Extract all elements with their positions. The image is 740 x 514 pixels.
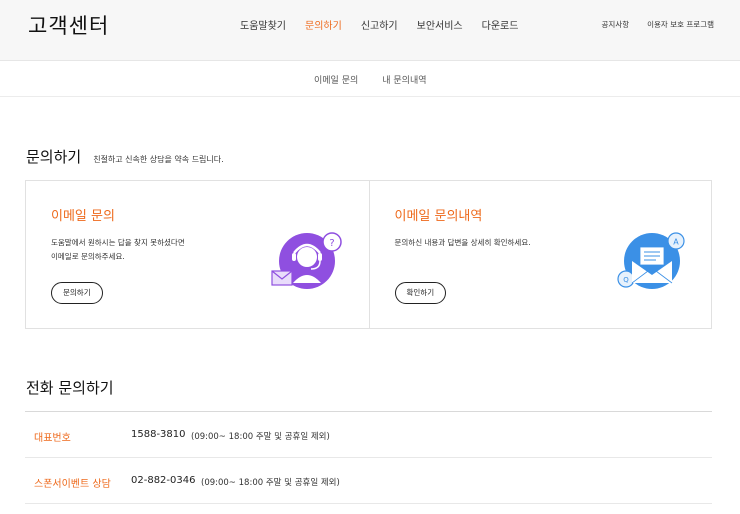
notice-link[interactable]: 공지사항: [602, 19, 630, 30]
phone-number[interactable]: 1588-3810: [131, 429, 186, 440]
phone-table: 대표번호 1588-3810 (09:00~ 18:00 주말 및 공휴일 제외…: [25, 411, 712, 504]
nav-download[interactable]: 다운로드: [482, 17, 519, 32]
section-desc: 친절하고 신속한 상담을 약속 드립니다.: [93, 155, 224, 164]
section-title: 문의하기: [26, 148, 82, 166]
card-title: 이메일 문의: [51, 209, 115, 224]
card-desc-line: 문의하신 내용과 답변을 상세히 확인하세요.: [394, 238, 531, 247]
svg-text:A: A: [673, 238, 679, 247]
card-desc: 문의하신 내용과 답변을 상세히 확인하세요.: [395, 236, 585, 250]
tab-my-inquiries[interactable]: 내 문의내역: [382, 73, 426, 86]
email-inquiry-button[interactable]: 문의하기: [51, 282, 103, 304]
nav-inquiry[interactable]: 문의하기: [305, 17, 342, 32]
table-row: 대표번호 1588-3810 (09:00~ 18:00 주말 및 공휴일 제외…: [25, 412, 712, 458]
table-row: 스폰서이벤트 상담 02-882-0346 (09:00~ 18:00 주말 및…: [25, 458, 712, 504]
inquiry-cards: 이메일 문의 도움말에서 원하시는 답을 찾지 못하셨다면 이메일로 문의하주세…: [25, 180, 712, 329]
inquiry-section-head: 문의하기 친절하고 신속한 상담을 약속 드립니다.: [26, 146, 224, 167]
check-history-button[interactable]: 확인하기: [394, 282, 447, 304]
phone-hours: (09:00~ 18:00 주말 및 공휴일 제외): [201, 478, 340, 488]
top-header: 고객센터 도움말찾기 문의하기 신고하기 보안서비스 다운로드 공지사항 이용자…: [0, 0, 740, 61]
svg-text:?: ?: [329, 238, 334, 249]
sub-nav-tabs: 이메일 문의 내 문의내역: [314, 73, 451, 86]
card-desc-line: 도움말에서 원하시는 답을 찾지 못하셨다면: [51, 238, 185, 247]
site-logo[interactable]: 고객센터: [28, 10, 109, 40]
email-history-card: 이메일 문의내역 문의하신 내용과 답변을 상세히 확인하세요. 확인하기 A …: [368, 181, 712, 328]
user-protection-link[interactable]: 이용자 보호 프로그램: [647, 19, 714, 30]
nav-report[interactable]: 신고하기: [361, 17, 398, 32]
phone-hours: (09:00~ 18:00 주말 및 공휴일 제외): [191, 432, 330, 442]
mail-envelope-icon: A Q: [616, 232, 685, 289]
svg-text:Q: Q: [623, 276, 629, 284]
card-desc-line: 이메일로 문의하주세요.: [51, 252, 125, 261]
tab-email-inquiry[interactable]: 이메일 문의: [314, 73, 358, 86]
sub-nav: 이메일 문의 내 문의내역: [0, 62, 740, 97]
phone-inquiry-title: 전화 문의하기: [26, 379, 114, 397]
phone-label: 대표번호: [34, 433, 71, 444]
utility-links: 공지사항 이용자 보호 프로그램: [584, 19, 714, 30]
main-nav: 도움말찾기 문의하기 신고하기 보안서비스 다운로드: [240, 17, 537, 32]
headset-agent-icon: ?: [271, 232, 342, 289]
phone-number[interactable]: 02-882-0346: [131, 475, 195, 486]
nav-help[interactable]: 도움말찾기: [240, 17, 286, 32]
card-desc: 도움말에서 원하시는 답을 찾지 못하셨다면 이메일로 문의하주세요.: [51, 236, 241, 264]
phone-label: 스폰서이벤트 상담: [34, 479, 111, 490]
card-title: 이메일 문의내역: [394, 209, 483, 224]
email-inquiry-card: 이메일 문의 도움말에서 원하시는 답을 찾지 못하셨다면 이메일로 문의하주세…: [26, 181, 369, 328]
nav-security[interactable]: 보안서비스: [417, 17, 463, 32]
